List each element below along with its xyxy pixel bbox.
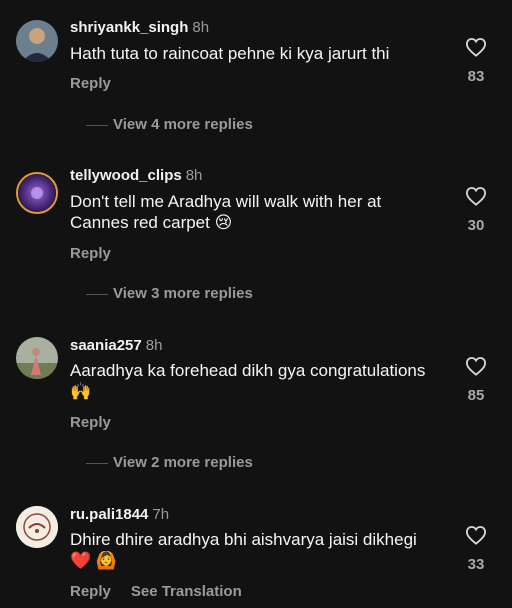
reply-button[interactable]: Reply xyxy=(70,583,111,600)
view-more-replies[interactable]: View 2 more replies xyxy=(86,454,253,471)
reply-button[interactable]: Reply xyxy=(70,75,111,92)
heart-outline-icon[interactable] xyxy=(465,356,487,376)
timestamp: 8h xyxy=(192,19,210,36)
avatar[interactable] xyxy=(16,20,58,62)
avatar[interactable] xyxy=(16,506,58,548)
like-count: 85 xyxy=(467,387,485,404)
see-translation-button[interactable]: See Translation xyxy=(131,583,242,600)
comment-text: Aaradhya ka forehead dikh gya congratula… xyxy=(70,361,431,401)
view-more-replies-label: View 2 more replies xyxy=(113,454,253,471)
view-more-replies-label: View 4 more replies xyxy=(113,116,253,133)
divider xyxy=(86,462,108,464)
like-control: 33 xyxy=(460,525,492,573)
view-more-replies[interactable]: View 3 more replies xyxy=(86,285,253,302)
reply-button[interactable]: Reply xyxy=(70,414,111,431)
view-more-replies-label: View 3 more replies xyxy=(113,285,253,302)
heart-outline-icon[interactable] xyxy=(465,525,487,545)
username[interactable]: ru.pali1844 xyxy=(70,506,148,523)
comment-actions: Reply xyxy=(70,75,111,92)
username[interactable]: shriyankk_singh xyxy=(70,19,188,36)
comment-header: tellywood_clips 8h xyxy=(70,167,202,185)
like-count: 83 xyxy=(467,68,485,85)
timestamp: 8h xyxy=(185,167,203,184)
avatar[interactable] xyxy=(16,337,58,379)
divider xyxy=(86,293,108,295)
comment-actions: Reply xyxy=(70,414,111,431)
like-count: 33 xyxy=(467,556,485,573)
reply-button[interactable]: Reply xyxy=(70,245,111,262)
heart-outline-icon[interactable] xyxy=(465,37,487,57)
comment-header: saania257 8h xyxy=(70,337,162,355)
avatar[interactable] xyxy=(16,172,58,214)
comment-header: shriyankk_singh 8h xyxy=(70,19,209,37)
like-control: 30 xyxy=(460,186,492,234)
comment-text: Dhire dhire aradhya bhi aishvarya jaisi … xyxy=(70,530,422,570)
comment-header: ru.pali1844 7h xyxy=(70,506,169,524)
view-more-replies[interactable]: View 4 more replies xyxy=(86,116,253,133)
like-control: 83 xyxy=(460,37,492,85)
comment-actions: Reply xyxy=(70,245,111,262)
like-control: 85 xyxy=(460,356,492,404)
timestamp: 8h xyxy=(145,337,163,354)
comment-actions: Reply See Translation xyxy=(70,583,242,600)
divider xyxy=(86,124,108,126)
username[interactable]: saania257 xyxy=(70,337,142,354)
like-count: 30 xyxy=(467,217,485,234)
comment-text: Hath tuta to raincoat pehne ki kya jarur… xyxy=(70,44,390,63)
heart-outline-icon[interactable] xyxy=(465,186,487,206)
comment-text: Don't tell me Aradhya will walk with her… xyxy=(70,192,386,232)
timestamp: 7h xyxy=(152,506,170,523)
username[interactable]: tellywood_clips xyxy=(70,167,182,184)
